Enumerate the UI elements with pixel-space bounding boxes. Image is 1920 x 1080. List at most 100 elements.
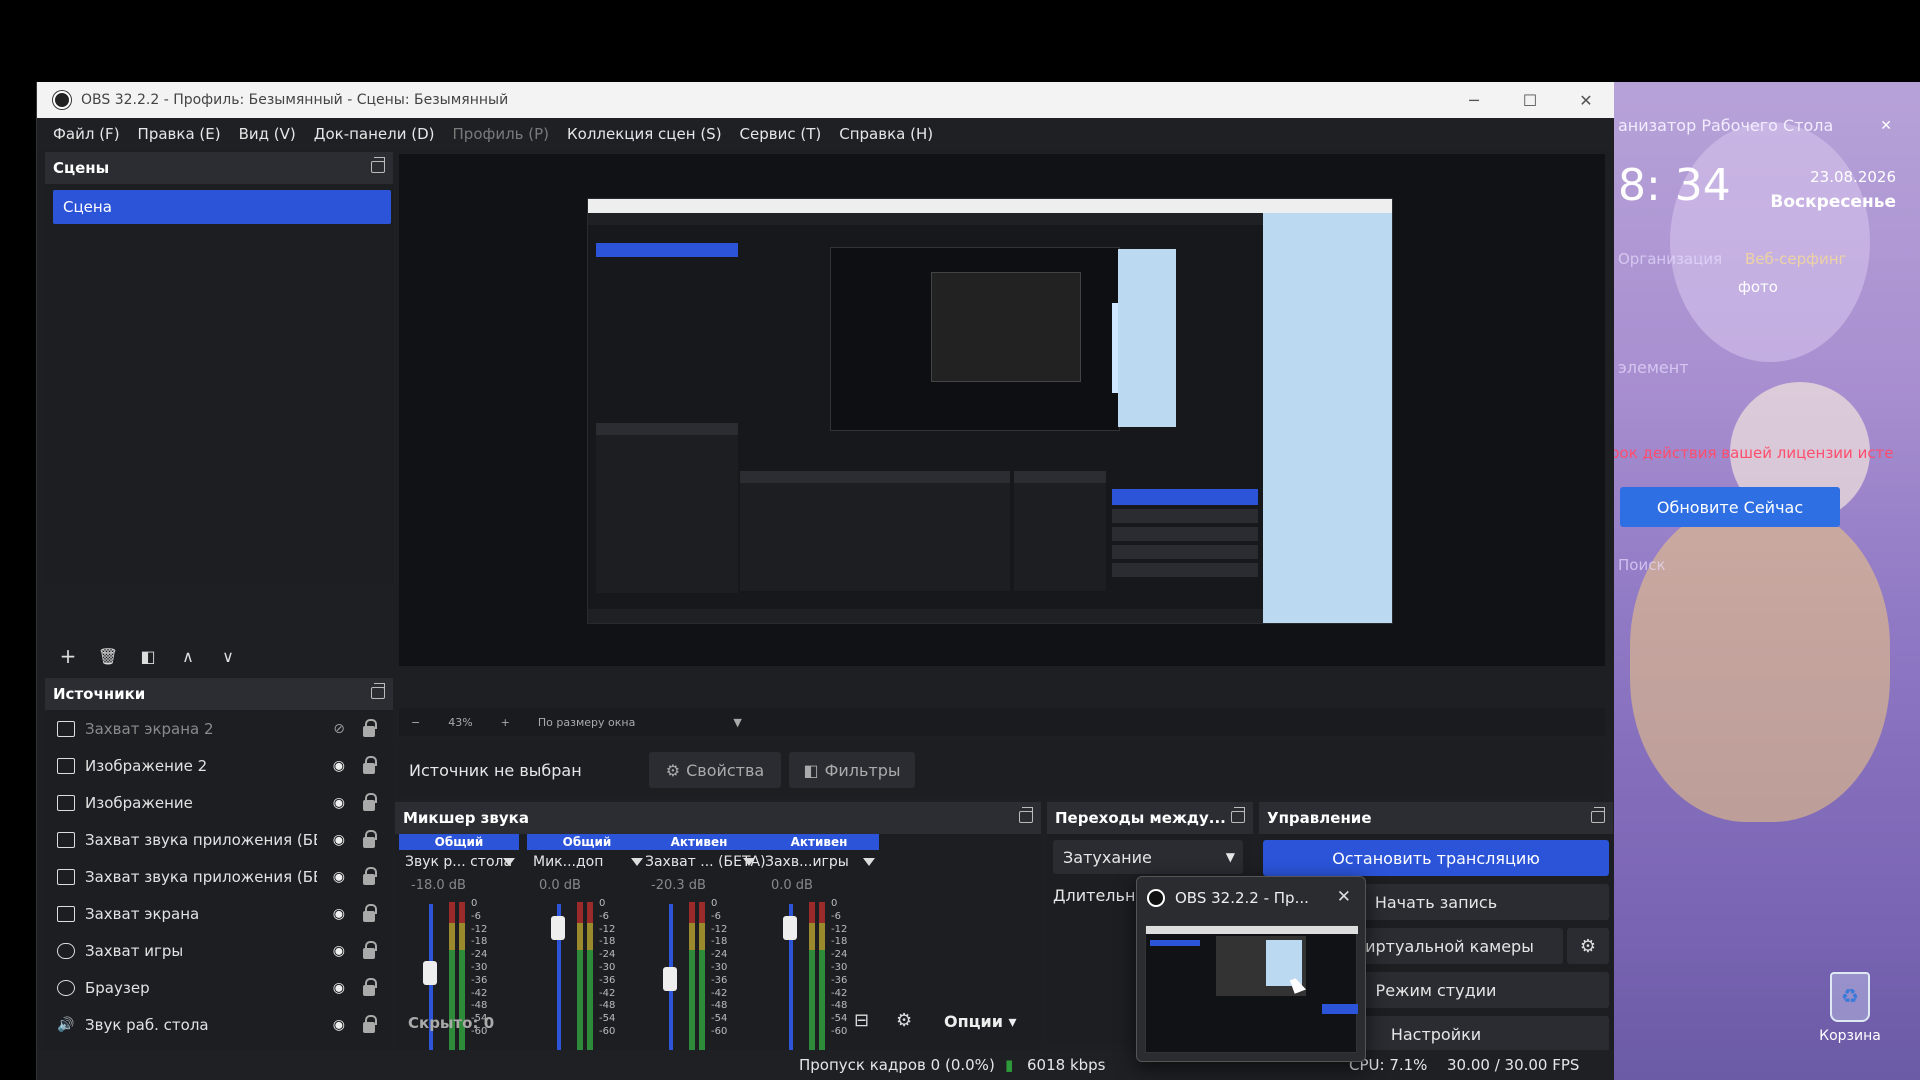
- lock-icon[interactable]: [363, 1015, 377, 1033]
- title-bar: OBS 32.2.2 - Профиль: Безымянный - Сцены…: [37, 82, 1614, 118]
- undock-icon[interactable]: [1019, 807, 1033, 823]
- list-item[interactable]: Изображение 2 ◉: [57, 751, 387, 781]
- layout-icon[interactable]: ⊟: [854, 1010, 869, 1031]
- fader-knob[interactable]: [423, 961, 437, 985]
- lock-icon[interactable]: [363, 719, 377, 737]
- lock-icon[interactable]: [363, 867, 377, 885]
- undock-icon[interactable]: [371, 683, 385, 699]
- scale-tick: 0: [831, 898, 838, 909]
- strip-name[interactable]: Захв...игры: [765, 854, 849, 870]
- mixer-strip: Общий Мик...доп 0.0 dB 0 -6 -12 -18 -24 -30 -3…: [527, 834, 647, 1080]
- globe-icon: [57, 980, 75, 996]
- close-button[interactable]: ✕: [1558, 82, 1614, 118]
- monitor-icon: [57, 721, 75, 737]
- eye-icon[interactable]: ◉: [333, 1017, 345, 1033]
- add-icon[interactable]: +: [57, 644, 79, 668]
- menu-help[interactable]: Справка (H): [839, 125, 933, 143]
- undock-icon[interactable]: [1231, 807, 1245, 823]
- lock-icon[interactable]: [363, 978, 377, 996]
- preview-canvas[interactable]: [587, 198, 1393, 624]
- undock-icon[interactable]: [1591, 807, 1605, 823]
- menu-docks[interactable]: Док-панели (D): [314, 125, 435, 143]
- eye-icon[interactable]: ◉: [333, 795, 345, 811]
- menu-view[interactable]: Вид (V): [239, 125, 296, 143]
- eye-icon[interactable]: ◉: [333, 980, 345, 996]
- widget-clock: 8: 34: [1618, 160, 1731, 211]
- lock-icon[interactable]: [363, 756, 377, 774]
- menu-scene-collection[interactable]: Коллекция сцен (S): [567, 125, 722, 143]
- menu-file[interactable]: Файл (F): [53, 125, 120, 143]
- list-item[interactable]: 🔊 Звук раб. стола ◉: [57, 1010, 387, 1040]
- properties-label: Свойства: [686, 760, 765, 780]
- eye-icon[interactable]: ◉: [333, 758, 345, 774]
- properties-button[interactable]: ⚙ Свойства: [649, 752, 781, 788]
- zoom-out-button[interactable]: −: [411, 716, 420, 729]
- chevron-down-icon[interactable]: ▼: [733, 716, 741, 729]
- fader-knob[interactable]: [663, 967, 677, 991]
- list-item[interactable]: Захват звука приложения (БЕТА) ◉: [57, 862, 387, 892]
- update-now-button[interactable]: Обновите Сейчас: [1620, 487, 1840, 527]
- nested-scene-item: [596, 243, 738, 257]
- widget-search-input[interactable]: Поиск: [1618, 556, 1908, 590]
- list-item[interactable]: Захват экрана ◉: [57, 899, 387, 929]
- scene-item[interactable]: Сцена: [53, 190, 391, 224]
- strip-name[interactable]: Звук р... стола: [405, 854, 512, 870]
- lock-icon[interactable]: [363, 830, 377, 848]
- source-label: Захват экрана 2: [85, 720, 214, 738]
- move-up-icon[interactable]: ∧: [177, 647, 199, 666]
- options-button[interactable]: Опции ▾: [944, 1012, 1017, 1031]
- controls-dock-header: Управление: [1259, 802, 1613, 834]
- taskbar-thumbnail[interactable]: OBS 32.2.2 - Пр... ✕: [1136, 876, 1366, 1062]
- thumbnail-preview[interactable]: [1145, 925, 1358, 1053]
- fit-mode-select[interactable]: По размеру окна: [538, 716, 635, 729]
- wallpaper-shape: [1670, 122, 1870, 362]
- zoom-in-button[interactable]: +: [501, 716, 510, 729]
- transitions-title: Переходы между...: [1055, 809, 1226, 827]
- fader-knob[interactable]: [551, 916, 565, 940]
- widget-element-label: элемент: [1618, 358, 1689, 377]
- mixer-title: Микшер звука: [403, 809, 529, 827]
- list-item[interactable]: Захват звука приложения (БЕТА) ◉: [57, 825, 387, 855]
- fader-knob[interactable]: [783, 916, 797, 940]
- eye-icon[interactable]: ◉: [333, 869, 345, 885]
- advanced-audio-icon[interactable]: ⚙: [896, 1010, 912, 1031]
- recycle-bin[interactable]: Корзина: [1810, 972, 1890, 1044]
- virtual-camera-settings-button[interactable]: ⚙: [1567, 928, 1609, 964]
- widget-date: 23.08.2026: [1810, 168, 1896, 186]
- license-warning: рок действия вашей лицензии исте: [1610, 444, 1894, 462]
- move-down-icon[interactable]: ∨: [217, 647, 239, 666]
- eye-icon[interactable]: ◉: [333, 943, 345, 959]
- maximize-button[interactable]: ☐: [1502, 82, 1558, 118]
- strip-db: -20.3 dB: [651, 878, 706, 893]
- menu-edit[interactable]: Правка (E): [138, 125, 221, 143]
- image-icon: [57, 758, 75, 774]
- stop-stream-button[interactable]: Остановить трансляцию: [1263, 840, 1609, 876]
- chevron-down-icon[interactable]: [743, 858, 755, 866]
- eye-hidden-icon[interactable]: ⊘: [333, 721, 345, 737]
- list-item[interactable]: Захват экрана 2 ⊘: [57, 714, 387, 744]
- list-item[interactable]: Браузер ◉: [57, 973, 387, 1003]
- menu-profile[interactable]: Профиль (P): [453, 125, 550, 143]
- filter-icon[interactable]: ◧: [137, 647, 159, 666]
- lock-icon[interactable]: [363, 904, 377, 922]
- eye-icon[interactable]: ◉: [333, 906, 345, 922]
- preview-area[interactable]: [399, 154, 1605, 666]
- chevron-down-icon[interactable]: [863, 858, 875, 866]
- chevron-down-icon[interactable]: [503, 858, 515, 866]
- transition-select[interactable]: Затухание ▼: [1053, 840, 1243, 874]
- obs-window: OBS 32.2.2 - Профиль: Безымянный - Сцены…: [36, 82, 1614, 1080]
- widget-surf-label: Веб-серфинг: [1745, 250, 1847, 268]
- trash-icon[interactable]: 🗑: [97, 647, 119, 666]
- lock-icon[interactable]: [363, 793, 377, 811]
- close-icon[interactable]: ✕: [1337, 887, 1351, 907]
- filters-button[interactable]: ◧ Фильтры: [789, 752, 915, 788]
- list-item[interactable]: Изображение ◉: [57, 788, 387, 818]
- eye-icon[interactable]: ◉: [333, 832, 345, 848]
- list-item[interactable]: Захват игры ◉: [57, 936, 387, 966]
- widget-close-icon[interactable]: ✕: [1880, 118, 1892, 134]
- menu-tools[interactable]: Сервис (T): [740, 125, 822, 143]
- strip-name[interactable]: Мик...доп: [533, 854, 603, 870]
- minimize-button[interactable]: ─: [1446, 82, 1502, 118]
- lock-icon[interactable]: [363, 941, 377, 959]
- undock-icon[interactable]: [371, 157, 385, 173]
